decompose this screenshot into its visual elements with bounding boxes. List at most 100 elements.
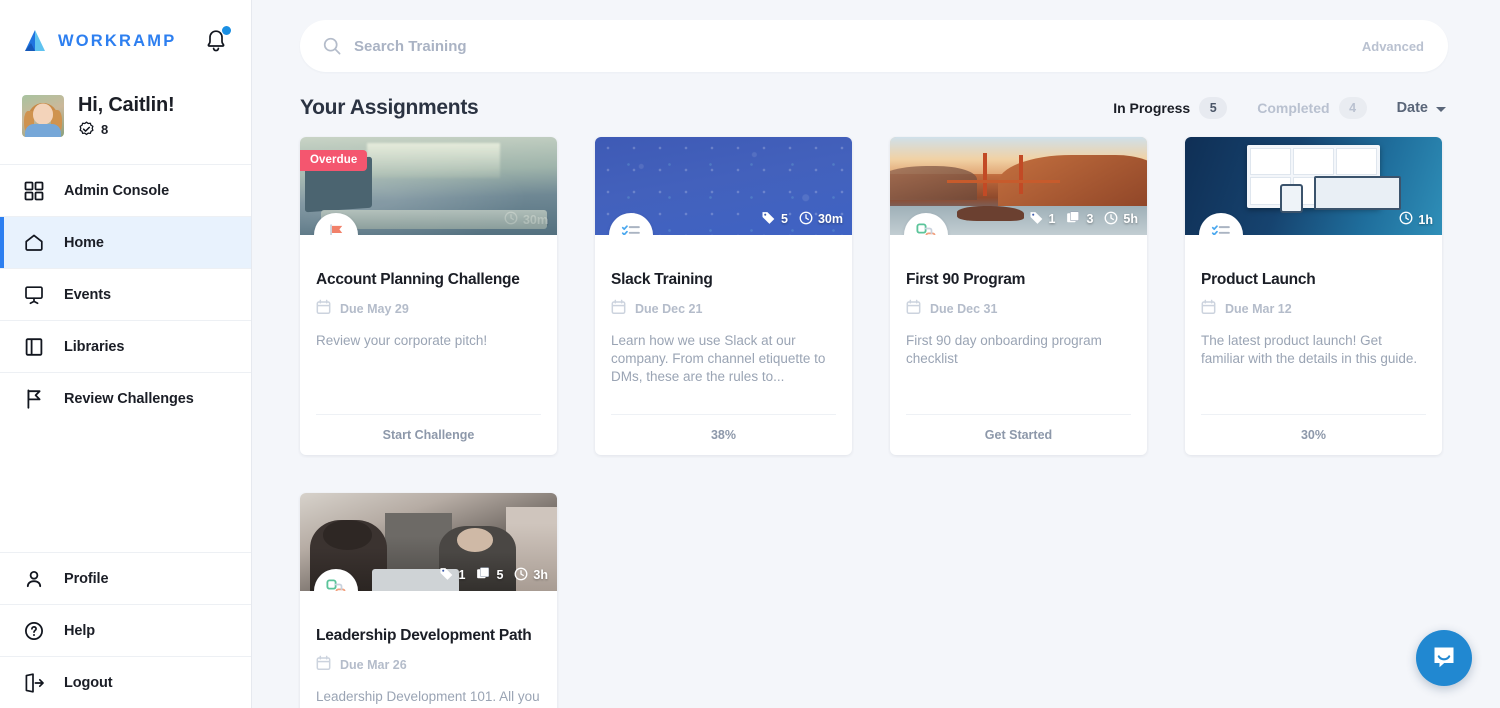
card-body: First 90 Program Due Dec 31 First 90 day o…	[890, 235, 1147, 414]
calendar-icon	[1201, 299, 1216, 320]
card-title: Slack Training	[611, 271, 713, 288]
card-meta-value: 3h	[533, 568, 548, 582]
card-meta-value: 1	[458, 568, 466, 582]
chevron-down-icon	[1436, 106, 1446, 112]
sidebar-item-label: Review Challenges	[64, 390, 194, 407]
card-due-text: Due May 29	[340, 302, 409, 317]
assignment-card[interactable]: 1 5 3h Leadership Development Path Due Mar 2…	[300, 493, 557, 708]
card-description: First 90 day onboarding program checklis…	[906, 332, 1102, 366]
chat-bubble-icon	[1434, 647, 1454, 668]
user-icon	[22, 569, 46, 589]
support-chat-button[interactable]	[1416, 630, 1472, 686]
search-icon	[322, 36, 342, 56]
sidebar-item-profile[interactable]: Profile	[0, 552, 251, 604]
sort-by-date-dropdown[interactable]: Date	[1397, 100, 1446, 116]
card-footer[interactable]: Start Challenge	[316, 414, 541, 455]
tag-icon	[439, 566, 454, 584]
card-title: Product Launch	[1201, 271, 1316, 288]
card-footer[interactable]: 38%	[611, 414, 836, 455]
calendar-icon	[316, 299, 331, 320]
tag-icon	[761, 210, 776, 228]
card-due: Due Dec 31	[906, 299, 1131, 320]
app-root: WORKRAMP Hi, Caitlin! 8 Admin Console Ho…	[0, 0, 1500, 708]
search-input[interactable]	[354, 37, 1362, 55]
brand[interactable]: WORKRAMP	[22, 28, 176, 54]
tab-count: 4	[1338, 97, 1367, 119]
sidebar-item-label: Profile	[64, 570, 109, 587]
card-footer[interactable]: 30%	[1201, 414, 1426, 455]
assignment-card[interactable]: 1 3 5h First 90 Program Due Dec 31 First 90 d…	[890, 137, 1147, 455]
user-greeting: Hi, Caitlin!	[78, 94, 175, 116]
calendar-icon	[611, 299, 626, 320]
assignments-header: Your Assignments In Progress 5 Completed…	[300, 96, 1448, 120]
sidebar-item-logout[interactable]: Logout	[0, 656, 251, 708]
presentation-icon	[22, 284, 46, 306]
card-thumbnail: 5 30m	[595, 137, 852, 235]
card-footer-label: Start Challenge	[382, 428, 475, 442]
user-points: 8	[78, 121, 175, 138]
card-meta-item: 3h	[514, 567, 548, 584]
calendar-icon	[316, 655, 331, 676]
main-content: Advanced Your Assignments In Progress 5 …	[252, 0, 1500, 708]
card-meta-value: 30m	[522, 212, 548, 227]
sidebar-item-admin-console[interactable]: Admin Console	[0, 164, 251, 216]
sidebar-item-label: Admin Console	[64, 182, 170, 199]
card-title: Account Planning Challenge	[316, 271, 520, 288]
card-meta-item: 3	[1066, 210, 1093, 228]
card-meta-value: 1h	[1418, 212, 1433, 227]
card-meta-value: 5	[496, 568, 504, 582]
card-meta-value: 3	[1086, 212, 1094, 226]
user-summary[interactable]: Hi, Caitlin! 8	[0, 82, 251, 164]
calendar-icon	[906, 299, 921, 320]
card-thumbnail: 1h	[1185, 137, 1442, 235]
card-due: Due Dec 21	[611, 299, 836, 320]
assignment-card[interactable]: 1h Product Launch Due Mar 12 The latest pro…	[1185, 137, 1442, 455]
flag-icon	[22, 388, 46, 410]
sidebar-item-help[interactable]: Help	[0, 604, 251, 656]
book-icon	[22, 337, 46, 357]
clock-icon	[514, 567, 528, 584]
clock-icon	[799, 211, 813, 228]
assignment-card[interactable]: Overdue 30m Account Planning Challenge Due …	[300, 137, 557, 455]
card-meta-value: 30m	[817, 212, 843, 226]
question-circle-icon	[22, 621, 46, 641]
page-title: Your Assignments	[300, 96, 479, 119]
card-due-text: Due Dec 31	[930, 302, 998, 317]
sidebar-item-review-challenges[interactable]: Review Challenges	[0, 372, 251, 424]
advanced-search-link[interactable]: Advanced	[1362, 39, 1424, 54]
card-meta-item: 5h	[1104, 211, 1138, 228]
card-title: Leadership Development Path	[316, 627, 532, 644]
tab-in-progress[interactable]: In Progress 5	[1113, 97, 1228, 119]
sidebar-item-events[interactable]: Events	[0, 268, 251, 320]
card-footer-label: 38%	[710, 428, 737, 442]
grid-icon	[22, 181, 46, 201]
card-body: Product Launch Due Mar 12 The latest produ…	[1185, 235, 1442, 414]
card-meta-item: 30m	[799, 211, 843, 228]
card-description: Review your corporate pitch!	[316, 332, 488, 348]
checklist-icon	[1210, 222, 1232, 235]
card-description: The latest product launch! Get familiar …	[1201, 332, 1418, 366]
assignment-card[interactable]: 5 30m Slack Training Due Dec 21 Learn how we…	[595, 137, 852, 455]
card-footer[interactable]: Get Started	[906, 414, 1131, 455]
clock-icon	[1104, 211, 1118, 228]
notifications-button[interactable]	[203, 26, 231, 55]
home-icon	[22, 232, 46, 254]
card-meta-row: 1 5 3h	[439, 566, 548, 584]
card-meta-row: 5 30m	[761, 210, 843, 228]
card-meta-row: 30m	[504, 211, 548, 228]
tab-completed[interactable]: Completed 4	[1257, 97, 1367, 119]
card-meta-item: 1h	[1399, 211, 1433, 228]
card-footer-label: Get Started	[984, 428, 1053, 442]
sidebar-item-label: Libraries	[64, 338, 125, 355]
card-due: Due Mar 26	[316, 655, 541, 676]
card-type-badge	[314, 213, 358, 235]
sidebar-item-libraries[interactable]: Libraries	[0, 320, 251, 372]
search-bar[interactable]: Advanced	[300, 20, 1448, 72]
sidebar-item-home[interactable]: Home	[0, 216, 251, 268]
card-meta-value: 5h	[1123, 212, 1138, 226]
card-body: Account Planning Challenge Due May 29 Revi…	[300, 235, 557, 414]
status-badge: Overdue	[300, 150, 368, 171]
sidebar-item-label: Logout	[64, 674, 113, 691]
points-value: 8	[101, 122, 109, 137]
brand-name: WORKRAMP	[58, 31, 177, 50]
